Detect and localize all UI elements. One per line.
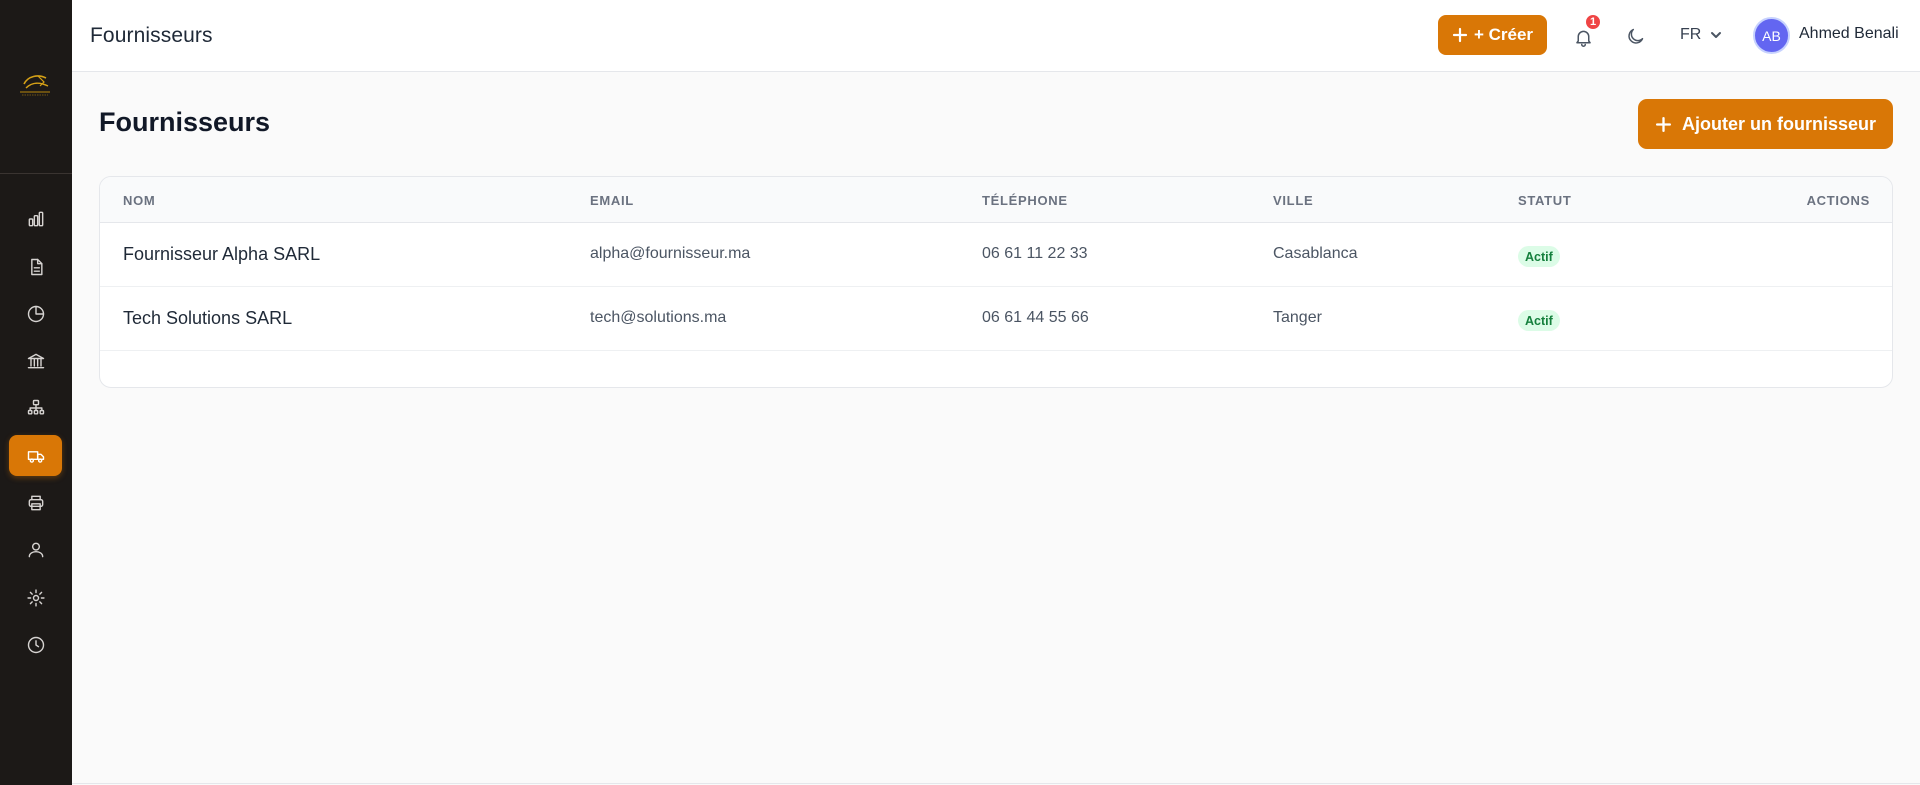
users-icon: [28, 542, 43, 557]
moon-icon: [1627, 28, 1643, 44]
clock-icon: [27, 636, 44, 653]
bar-chart-icon: [28, 211, 43, 226]
add-supplier-label: Ajouter un fournisseur: [1681, 113, 1876, 134]
sidebar-item-documents[interactable]: [9, 246, 62, 287]
bank-icon: [27, 353, 44, 368]
column-header-status: STATUT: [1518, 193, 1572, 208]
sidebar-divider: [0, 173, 72, 174]
sidebar-item-users[interactable]: [9, 529, 62, 570]
supplier-city: Tanger: [1273, 309, 1322, 326]
avatar[interactable]: AB: [1753, 17, 1790, 54]
page-title: Fournisseurs: [99, 107, 271, 137]
document-icon: [30, 258, 43, 275]
footer-divider: [72, 783, 1920, 784]
chevron-down-icon: [1711, 32, 1722, 38]
column-header-name: NOM: [123, 193, 156, 208]
user-name[interactable]: Ahmed Benali: [1799, 25, 1899, 43]
table-header: NOM EMAIL TÉLÉPHONE VILLE STATUT ACTIONS: [100, 177, 1892, 223]
plus-icon: [1452, 27, 1468, 43]
sidebar-item-bank[interactable]: [9, 340, 62, 381]
table-row[interactable]: Tech Solutions SARL tech@solutions.ma 06…: [100, 287, 1892, 351]
sidebar-item-printing[interactable]: [9, 482, 62, 523]
sidebar-item-history[interactable]: [9, 624, 62, 665]
status-badge: Actif: [1518, 246, 1560, 267]
top-header: Fournisseurs + Créer 1 FR AB Ahmed Benal…: [72, 0, 1920, 72]
language-selector[interactable]: FR: [1680, 24, 1723, 46]
sidebar-item-settings[interactable]: [9, 577, 62, 618]
table-row[interactable]: Fournisseur Alpha SARL alpha@fournisseur…: [100, 223, 1892, 287]
status-badge: Actif: [1518, 310, 1560, 331]
theme-toggle-button[interactable]: [1620, 21, 1650, 51]
column-header-actions: ACTIONS: [1806, 193, 1870, 208]
supplier-phone: 06 61 44 55 66: [982, 309, 1089, 326]
plus-icon: [1655, 116, 1672, 132]
gear-icon: [26, 588, 45, 607]
language-label: FR: [1680, 26, 1702, 43]
suppliers-table: NOM EMAIL TÉLÉPHONE VILLE STATUT ACTIONS…: [99, 176, 1893, 388]
supplier-city: Casablanca: [1273, 245, 1358, 262]
column-header-email: EMAIL: [590, 193, 634, 208]
company-logo[interactable]: [16, 70, 54, 100]
header-title: Fournisseurs: [90, 24, 213, 47]
create-button[interactable]: + Créer: [1438, 15, 1547, 55]
sidebar-item-suppliers[interactable]: [9, 435, 62, 476]
create-button-label: + Créer: [1473, 25, 1534, 44]
sidebar-item-dashboard[interactable]: [9, 198, 62, 239]
network-icon: [27, 399, 44, 415]
column-header-phone: TÉLÉPHONE: [982, 193, 1068, 208]
truck-icon: [27, 450, 44, 463]
sidebar-item-reports[interactable]: [9, 293, 62, 334]
sidebar-item-organization[interactable]: [9, 387, 62, 428]
printer-icon: [28, 495, 43, 510]
supplier-name: Fournisseur Alpha SARL: [123, 244, 321, 264]
supplier-email: tech@solutions.ma: [590, 309, 727, 326]
sidebar: [0, 0, 72, 785]
notification-badge: 1: [1584, 13, 1602, 31]
supplier-email: alpha@fournisseur.ma: [590, 245, 751, 262]
supplier-name: Tech Solutions SARL: [123, 308, 293, 328]
column-header-city: VILLE: [1273, 193, 1314, 208]
add-supplier-button[interactable]: Ajouter un fournisseur: [1638, 99, 1893, 149]
pie-chart-icon: [27, 305, 44, 322]
supplier-phone: 06 61 11 22 33: [982, 245, 1088, 262]
